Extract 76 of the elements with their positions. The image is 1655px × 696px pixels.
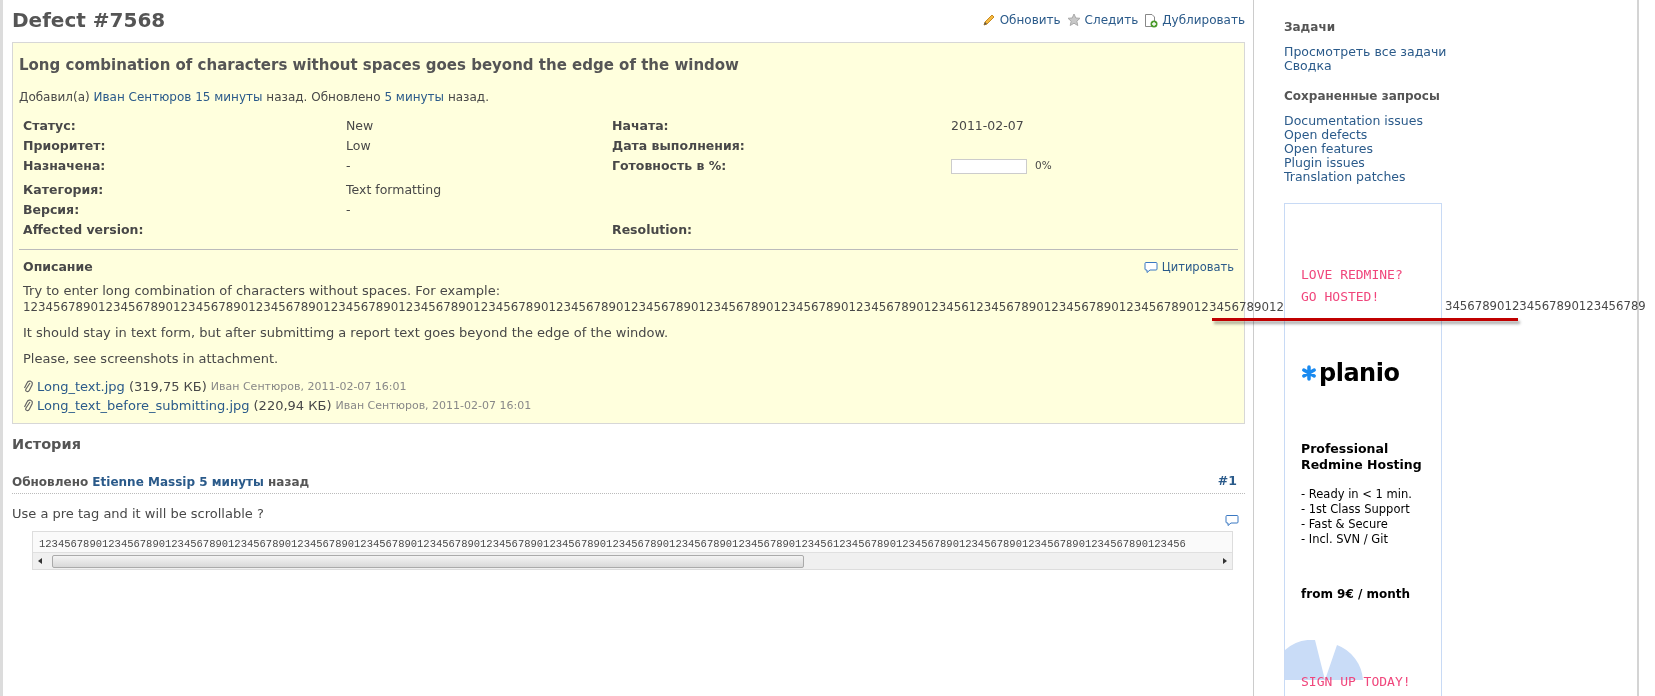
field-label: Начата:: [612, 118, 669, 133]
field-label: Дата выполнения:: [612, 138, 745, 153]
attachment-link[interactable]: Long_text.jpg: [37, 376, 125, 396]
author-link[interactable]: Etienne Massip: [92, 474, 195, 489]
field-label: Приоритет:: [23, 138, 106, 153]
copy-link[interactable]: Дублировать: [1144, 11, 1245, 29]
history-heading: История: [12, 434, 82, 454]
field-value: New: [346, 118, 374, 133]
issue-subject: Long combination of characters without spaces goes beyond the edge of the window: [19, 55, 740, 76]
field-label: Готовность в %:: [612, 158, 727, 173]
quote-link[interactable]: Цитировать: [1143, 258, 1234, 276]
pencil-icon: [981, 13, 996, 27]
author-line: Добавил(а) Иван Сентюров 15 минуты назад. Обновлено 5 минуты назад.: [19, 89, 490, 105]
sidebar-link[interactable]: Сводка: [1284, 59, 1332, 73]
ad-headline: Professional Redmine Hosting: [1301, 441, 1423, 473]
paperclip-icon: [23, 398, 33, 412]
sidebar-heading: Задачи: [1284, 19, 1337, 35]
code-text: 12345678901234567890123456789012345678901234567890123456789012345678901234567890123456789012345678901234567890123456789012345612345678901234567890123456789012345678901234567890123456: [39, 537, 1186, 552]
field-value: 2011-02-07: [951, 118, 1024, 133]
field-label: Назначена:: [23, 158, 106, 173]
sidebar-link[interactable]: Translation patches: [1284, 170, 1406, 184]
issue-title: Defect #7568: [12, 7, 166, 34]
sidebar-link[interactable]: Plugin issues: [1284, 156, 1365, 170]
field-label: Статус:: [23, 118, 76, 133]
speech-bubble-icon: [1143, 260, 1158, 274]
field-value: -: [346, 202, 351, 217]
sidebar-link[interactable]: Documentation issues: [1284, 114, 1423, 128]
attachment-size: (220,94 КБ): [253, 396, 332, 415]
sidebar-heading: Сохраненные запросы: [1284, 88, 1441, 104]
watch-link[interactable]: Следить: [1066, 11, 1139, 29]
left-arrow-icon[interactable]: [36, 557, 44, 565]
description-text: Please, see screenshots in attachment.: [23, 350, 280, 367]
ad-bullet: - Fast & Secure: [1301, 517, 1389, 532]
field-label: Affected version:: [23, 222, 144, 237]
ad-tagline: LOVE REDMINE?: [1301, 266, 1403, 284]
ad-logo-text: planio: [1319, 360, 1400, 386]
attachment-size: (319,75 КБ): [128, 377, 207, 396]
description-heading: Описание: [23, 258, 93, 276]
description-text: Try to enter long combination of characters without spaces. For example:: [23, 282, 502, 299]
progress-reading: 0%: [1035, 158, 1052, 173]
field-label: Версия:: [23, 202, 80, 217]
attachment-link[interactable]: Long_text_before_submitting.jpg: [37, 395, 250, 415]
field-value: Text formatting: [346, 182, 442, 197]
horizontal-scrollbar[interactable]: [33, 552, 1232, 569]
attachment-meta: Иван Сентюров, 2011-02-07 16:01: [210, 378, 407, 395]
journal-header: Обновлено Etienne Massip 5 минуты назад: [12, 473, 310, 491]
time-link[interactable]: 15 минуты: [195, 90, 263, 104]
sidebar-link[interactable]: Просмотреть все задачи: [1284, 45, 1447, 59]
author-link[interactable]: Иван Сентюров: [93, 90, 192, 104]
ad-bullet: - Ready in < 1 min.: [1301, 487, 1413, 502]
description-text: It should stay in text form, but after submittimg a report text goes beyond the edge of the window.: [23, 324, 670, 341]
ad-tagline: GO HOSTED!: [1301, 288, 1380, 306]
asterisk-icon: [1301, 365, 1317, 381]
document-plus-icon: [1144, 12, 1159, 28]
long-number-text: 345678901234567890123456789: [1445, 298, 1646, 314]
ad-call-to-action: SIGN UP TODAY!: [1301, 673, 1411, 691]
sidebar-link[interactable]: Open defects: [1284, 128, 1368, 142]
comment-text: Use a pre tag and it will be scrollable ?: [12, 504, 264, 523]
field-value: -: [346, 158, 351, 173]
time-link[interactable]: 5 минуты: [199, 474, 264, 489]
field-value: Low: [346, 138, 371, 153]
long-number-text: 123456789012345678901234567890123456789012345678901234567890123456789012345678901234567890123456789012345678901234567890123456123456789012345678901234567890123456789012: [23, 298, 1284, 315]
field-label: Resolution:: [612, 222, 693, 237]
paperclip-icon: [23, 379, 33, 393]
attachment-meta: Иван Сентюров, 2011-02-07 16:01: [335, 397, 532, 414]
right-arrow-icon[interactable]: [1221, 557, 1229, 565]
field-label: Категория:: [23, 182, 104, 197]
ad-bullet: - 1st Class Support: [1301, 502, 1411, 517]
sidebar-link[interactable]: Open features: [1284, 142, 1373, 156]
speech-bubble-icon: [1225, 514, 1239, 527]
edit-link[interactable]: Обновить: [981, 11, 1061, 29]
journal-number-link[interactable]: #1: [1217, 471, 1245, 491]
time-link[interactable]: 5 минуты: [384, 90, 445, 104]
ad-price: from 9€ / month: [1301, 586, 1412, 603]
ad-bullet: - Incl. SVN / Git: [1301, 532, 1389, 547]
star-icon: [1066, 13, 1081, 27]
